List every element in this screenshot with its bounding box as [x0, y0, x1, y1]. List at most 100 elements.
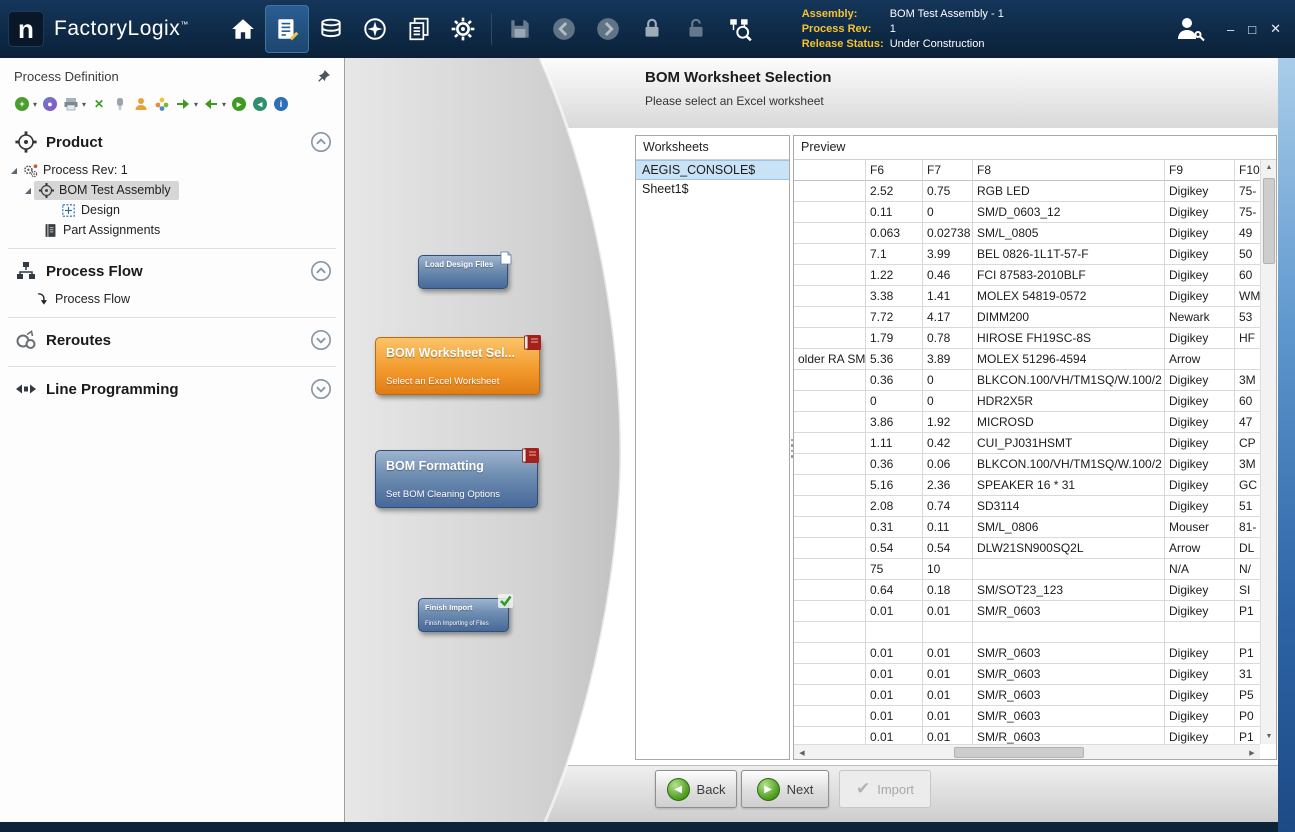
documents-icon[interactable]	[397, 5, 441, 53]
horizontal-scrollbar[interactable]: ◀ ▶	[794, 744, 1260, 759]
table-row[interactable]: 0.54 0.54 DLW21SN900SQ2L Arrow DL	[794, 538, 1260, 559]
column-header[interactable]: F7	[923, 160, 973, 181]
back-button[interactable]: ◀ Back	[655, 770, 737, 808]
table-row[interactable]: 0.01 0.01 SM/R_0603 Digikey P1	[794, 601, 1260, 622]
home-icon[interactable]	[221, 5, 265, 53]
minimize-button[interactable]: –	[1227, 22, 1234, 37]
table-row[interactable]: 1.11 0.42 CUI_PJ031HSMT Digikey CP	[794, 433, 1260, 454]
table-row[interactable]: 0.36 0 BLKCON.100/VH/TM1SQ/W.100/2 Digik…	[794, 370, 1260, 391]
scroll-down-icon[interactable]: ▼	[1261, 729, 1277, 744]
globe-icon[interactable]: ●	[42, 96, 58, 112]
info-icon[interactable]: i	[273, 96, 289, 112]
save-icon[interactable]	[498, 5, 542, 53]
compare-icon[interactable]: ✕	[91, 96, 107, 112]
step-load-design-files[interactable]: Load Design Files	[418, 255, 508, 289]
horizontal-scroll-thumb[interactable]	[954, 747, 1084, 758]
table-row[interactable]: 0.36 0.06 BLKCON.100/VH/TM1SQ/W.100/2 Di…	[794, 454, 1260, 475]
table-row[interactable]: 0.01 0.01 SM/R_0603 Digikey P5	[794, 685, 1260, 706]
lock-icon[interactable]	[630, 5, 674, 53]
collapse-up-icon[interactable]	[310, 131, 332, 153]
import-button[interactable]: ✔ Import	[839, 770, 931, 808]
table-row[interactable]: 0.01 0.01 SM/R_0603 Digikey P1	[794, 643, 1260, 664]
table-row[interactable]: 0.31 0.11 SM/L_0806 Mouser 81-	[794, 517, 1260, 538]
sync-icon[interactable]: ◂	[252, 96, 268, 112]
expand-triangle-icon[interactable]: ◢	[22, 186, 34, 195]
table-row[interactable]: 0.01 0.01 SM/R_0603 Digikey P0	[794, 706, 1260, 727]
section-process-flow[interactable]: Process Flow	[0, 253, 344, 289]
import-icon[interactable]	[203, 96, 219, 112]
export-menu-caret[interactable]: ▾	[194, 100, 198, 109]
section-product[interactable]: Product	[0, 124, 344, 160]
expand-down-icon[interactable]	[310, 378, 332, 400]
table-row[interactable]: 2.52 0.75 RGB LED Digikey 75-	[794, 181, 1260, 202]
table-row[interactable]: 1.79 0.78 HIROSE FH19SC-8S Digikey HF	[794, 328, 1260, 349]
user-icon[interactable]	[133, 96, 149, 112]
worksheet-item-aegis-console[interactable]: AEGIS_CONSOLE$	[636, 160, 789, 180]
table-row[interactable]: 3.86 1.92 MICROSD Digikey 47	[794, 412, 1260, 433]
dispatch-icon[interactable]	[353, 5, 397, 53]
materials-icon[interactable]	[309, 5, 353, 53]
unlock-icon[interactable]	[674, 5, 718, 53]
vertical-scrollbar[interactable]: ▲ ▼	[1260, 160, 1276, 744]
tree-item-part-assignments[interactable]: Part Assignments	[0, 220, 344, 240]
print-icon[interactable]	[63, 96, 79, 112]
column-header[interactable]: F6	[866, 160, 923, 181]
print-menu-caret[interactable]: ▾	[82, 100, 86, 109]
worksheet-item-sheet1[interactable]: Sheet1$	[636, 180, 789, 200]
table-row[interactable]: 7.72 4.17 DIMM200 Newark 53	[794, 307, 1260, 328]
add-menu-caret[interactable]: ▾	[33, 100, 37, 109]
tree-item-process-rev[interactable]: ◢ Process Rev: 1	[0, 160, 344, 180]
pin-icon[interactable]	[316, 68, 332, 84]
step-finish-import[interactable]: Finish Import Finish Importing of Files	[418, 598, 509, 632]
process-search-icon[interactable]	[718, 5, 762, 53]
step-bom-formatting[interactable]: BOM Formatting Set BOM Cleaning Options	[375, 450, 538, 508]
table-row[interactable]: 0.063 0.02738 SM/L_0805 Digikey 49	[794, 223, 1260, 244]
settings-gear-icon[interactable]	[441, 5, 485, 53]
scroll-right-icon[interactable]: ▶	[1244, 745, 1260, 760]
section-line-programming[interactable]: Line Programming	[0, 371, 344, 407]
tree-item-bom-assembly[interactable]: ◢ BOM Test Assembly	[0, 180, 344, 200]
expand-triangle-icon[interactable]: ◢	[8, 166, 20, 175]
table-row[interactable]: 75 10 N/A N/	[794, 559, 1260, 580]
start-icon[interactable]: ▸	[231, 96, 247, 112]
column-header[interactable]: F10	[1235, 160, 1260, 181]
table-row[interactable]: 0.01 0.01 SM/R_0603 Digikey P1	[794, 727, 1260, 744]
add-icon[interactable]: +	[14, 96, 30, 112]
table-row[interactable]: older RA SMD 5.36 3.89 MOLEX 51296-4594 …	[794, 349, 1260, 370]
maximize-button[interactable]: □	[1248, 22, 1256, 37]
table-row[interactable]: 0 0 HDR2X5R Digikey 60	[794, 391, 1260, 412]
table-row[interactable]: 5.16 2.36 SPEAKER 16 * 31 Digikey GC	[794, 475, 1260, 496]
scroll-left-icon[interactable]: ◀	[794, 745, 810, 760]
flower-icon[interactable]	[154, 96, 170, 112]
navigate-forward-icon[interactable]	[586, 5, 630, 53]
table-row[interactable]: 2.08 0.74 SD3114 Digikey 51	[794, 496, 1260, 517]
export-icon[interactable]	[175, 96, 191, 112]
column-header[interactable]	[794, 160, 866, 181]
close-button[interactable]: ✕	[1270, 21, 1281, 37]
next-button[interactable]: ▶ Next	[741, 770, 829, 808]
tree-item-design[interactable]: Design	[0, 200, 344, 220]
lamp-icon[interactable]	[112, 96, 128, 112]
table-row[interactable]: 3.38 1.41 MOLEX 54819-0572 Digikey WM	[794, 286, 1260, 307]
table-row[interactable]: 7.1 3.99 BEL 0826-1L1T-57-F Digikey 50	[794, 244, 1260, 265]
tree-item-process-flow[interactable]: Process Flow	[0, 289, 344, 309]
import-menu-caret[interactable]: ▾	[222, 100, 226, 109]
navigate-back-icon[interactable]	[542, 5, 586, 53]
table-row[interactable]: 0.64 0.18 SM/SOT23_123 Digikey SI	[794, 580, 1260, 601]
table-row[interactable]	[794, 622, 1260, 643]
table-row[interactable]: 1.22 0.46 FCI 87583-2010BLF Digikey 60	[794, 265, 1260, 286]
scroll-up-icon[interactable]: ▲	[1261, 160, 1277, 175]
step-bom-worksheet-selection[interactable]: BOM Worksheet Sel... Select an Excel Wor…	[375, 337, 540, 395]
section-reroutes[interactable]: Reroutes	[0, 322, 344, 358]
expand-down-icon[interactable]	[310, 329, 332, 351]
user-account-icon[interactable]	[1173, 13, 1205, 45]
vertical-scroll-thumb[interactable]	[1263, 178, 1275, 264]
column-header[interactable]: F8	[973, 160, 1165, 181]
column-header[interactable]: F9	[1165, 160, 1235, 181]
panel-splitter[interactable]	[790, 428, 794, 468]
collapse-up-icon[interactable]	[310, 260, 332, 282]
table-row[interactable]: 0.01 0.01 SM/R_0603 Digikey 31	[794, 664, 1260, 685]
process-definition-icon[interactable]	[265, 5, 309, 53]
table-cell	[794, 244, 866, 265]
table-row[interactable]: 0.11 0 SM/D_0603_12 Digikey 75-	[794, 202, 1260, 223]
